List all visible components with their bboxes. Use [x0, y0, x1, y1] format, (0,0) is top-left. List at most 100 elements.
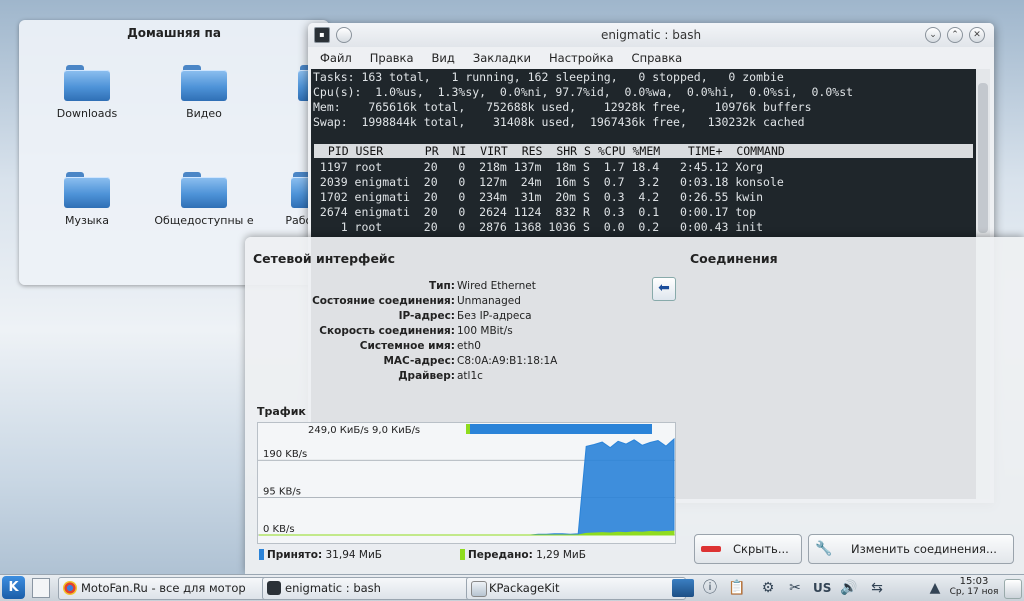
field-key: Драйвер:: [398, 370, 455, 382]
y-tick-label: 190 KB/s: [263, 449, 307, 460]
folder-view-title: Домашняя па: [127, 26, 221, 40]
field-value: 100 MBit/s: [457, 325, 513, 337]
chrome-icon: [63, 581, 77, 595]
task-label: KPackageKit: [489, 581, 560, 595]
task-terminal[interactable]: enigmatic : bash: [262, 577, 482, 600]
top-summary-swap: Swap: 1998844k total, 31408k used, 19674…: [313, 115, 805, 129]
field-key: Состояние соединения:: [312, 295, 455, 307]
maximize-icon[interactable]: ⌃: [947, 27, 963, 43]
folder-label: Видео: [186, 107, 222, 120]
folder-icon: [64, 172, 110, 208]
menu-file[interactable]: Файл: [320, 51, 352, 65]
received-label: Принято:: [267, 549, 323, 561]
edit-connections-label: Изменить соединения...: [851, 542, 997, 556]
folder-label: Музыка: [65, 214, 109, 227]
top-summary-mem: Mem: 765616k total, 752688k used, 12928k…: [313, 100, 812, 114]
field-value: atl1c: [457, 370, 483, 382]
task-kpackagekit[interactable]: KPackageKit: [466, 577, 686, 600]
field-key: Тип:: [429, 280, 455, 292]
menu-bookmarks[interactable]: Закладки: [473, 51, 531, 65]
process-row: 1197 root 20 0 218m 137m 18m S 1.7 18.4 …: [313, 160, 764, 174]
process-row: 1702 enigmati 20 0 234m 31m 20m S 0.3 4.…: [313, 190, 764, 204]
folder-public[interactable]: Общедоступны е: [154, 172, 254, 227]
interface-heading: Сетевой интерфейс: [253, 251, 396, 266]
hide-button-label: Скрыть...: [733, 542, 789, 556]
process-row: 2039 enigmati 20 0 127m 24m 16m S 0.7 3.…: [313, 175, 784, 189]
task-browser[interactable]: MotoFan.Ru - все для мотор: [58, 577, 278, 600]
back-arrow-icon[interactable]: ⬅: [652, 277, 676, 301]
task-label: MotoFan.Ru - все для мотор: [81, 581, 246, 595]
field-value: C8:0A:A9:B1:18:1A: [457, 355, 558, 367]
clock-time: 15:03: [959, 576, 989, 587]
top-summary-cpu: Cpu(s): 1.0%us, 1.3%sy, 0.0%ni, 97.7%id,…: [313, 85, 854, 99]
tray-expand-icon[interactable]: ▲: [926, 579, 944, 597]
received-series-area: [259, 437, 675, 536]
field-key: Скорость соединения:: [319, 325, 455, 337]
sent-value: 1,29 МиБ: [536, 549, 586, 561]
sent-label: Передано:: [468, 549, 533, 561]
package-icon: [471, 581, 487, 597]
update-gear-icon[interactable]: ⚙: [759, 579, 777, 597]
field-value: eth0: [457, 340, 481, 352]
field-key: IP-адрес:: [398, 310, 455, 322]
field-key: MAC-адрес:: [383, 355, 455, 367]
process-row: 1 root 20 0 2876 1368 1036 S 0.0 0.2 0:0…: [313, 220, 764, 234]
current-rate-label: 249,0 КиБ/s 9,0 КиБ/s: [308, 425, 420, 436]
keyboard-layout[interactable]: US: [813, 579, 831, 597]
scrollbar-thumb[interactable]: [978, 83, 988, 233]
monitor-icon[interactable]: [672, 579, 694, 597]
folder-icon: [64, 65, 110, 101]
terminal-titlebar[interactable]: ▪ enigmatic : bash ⌄ ⌃ ✕: [308, 23, 994, 47]
folder-label: Общедоступны е: [154, 214, 254, 227]
folder-icon: [181, 172, 227, 208]
clock[interactable]: 15:03 Ср, 17 ноя: [948, 576, 1000, 598]
current-rate-bar: [470, 424, 652, 434]
folder-label: Downloads: [56, 107, 118, 120]
connections-heading: Соединения: [690, 251, 778, 266]
network-icon[interactable]: ⇆: [868, 579, 886, 597]
network-popup: Сетевой интерфейс Соединения Тип: Wired …: [245, 237, 1024, 574]
y-tick-label: 0 KB/s: [263, 524, 295, 535]
desktop-pager-icon[interactable]: [32, 578, 50, 598]
traffic-chart: 249,0 КиБ/s 9,0 КиБ/s 190 KB/s 95 KB/s 0 KB…: [257, 422, 676, 544]
minimize-icon[interactable]: ⌄: [925, 27, 941, 43]
process-table-header: PID USER PR NI VIRT RES SHR S %CPU %MEM …: [314, 144, 973, 158]
taskbar: K MotoFan.Ru - все для мотор enigmatic :…: [0, 574, 1024, 601]
received-swatch: [259, 549, 264, 560]
current-sent-bar: [466, 424, 470, 434]
traffic-heading: Трафик: [257, 405, 306, 418]
y-tick-label: 95 KB/s: [263, 487, 301, 498]
folder-downloads[interactable]: Downloads: [37, 65, 137, 120]
folder-music[interactable]: Музыка: [37, 172, 137, 227]
info-icon[interactable]: ⓘ: [701, 579, 719, 597]
volume-icon[interactable]: 🔊: [840, 579, 858, 597]
field-key: Системное имя:: [359, 340, 455, 352]
sent-swatch: [460, 549, 465, 560]
terminal-menubar: Файл Правка Вид Закладки Настройка Справ…: [308, 47, 994, 69]
clipboard-icon[interactable]: 📋: [728, 579, 746, 597]
terminal-title: enigmatic : bash: [600, 28, 702, 42]
menu-help[interactable]: Справка: [632, 51, 683, 65]
scissors-icon[interactable]: ✂: [786, 579, 804, 597]
task-label: enigmatic : bash: [285, 581, 381, 595]
folder-icon: [181, 65, 227, 101]
edit-connections-button[interactable]: 🔧 Изменить соединения...: [808, 534, 1014, 564]
top-summary-tasks: Tasks: 163 total, 1 running, 162 sleepin…: [313, 70, 784, 84]
close-icon[interactable]: ✕: [969, 27, 985, 43]
terminal-icon: [267, 581, 281, 595]
sent-legend: Передано: 1,29 МиБ: [460, 549, 586, 561]
menu-edit[interactable]: Правка: [370, 51, 414, 65]
folder-video[interactable]: Видео: [154, 65, 254, 120]
remove-icon: [701, 546, 721, 552]
received-legend: Принято: 31,94 МиБ: [259, 549, 382, 561]
field-value: Без IP-адреса: [457, 310, 532, 322]
kde-menu-icon[interactable]: K: [2, 576, 25, 599]
clock-date: Ср, 17 ноя: [949, 587, 999, 597]
menu-view[interactable]: Вид: [432, 51, 455, 65]
hide-button[interactable]: Скрыть...: [694, 534, 802, 564]
field-value: Wired Ethernet: [457, 280, 536, 292]
field-value: Unmanaged: [457, 295, 521, 307]
menu-settings[interactable]: Настройка: [549, 51, 614, 65]
wrench-icon: 🔧: [815, 541, 833, 557]
cashew-icon[interactable]: [1004, 579, 1022, 599]
